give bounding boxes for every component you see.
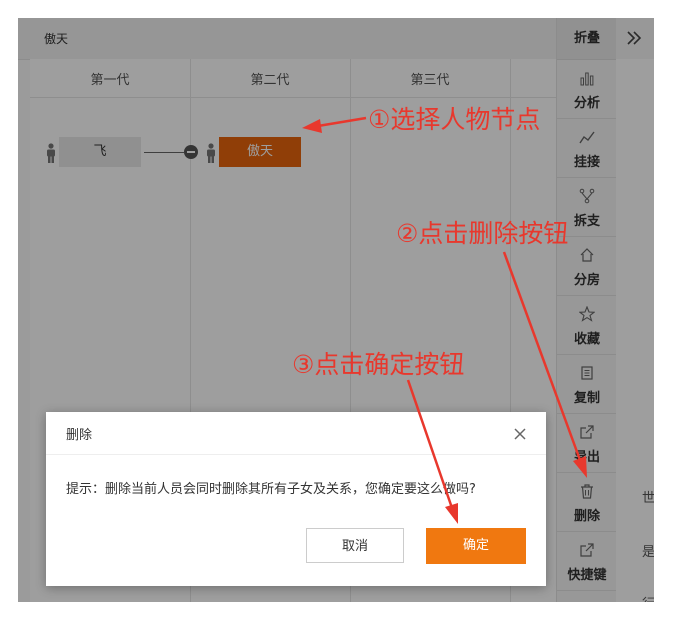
arrow-head-step1 xyxy=(302,119,322,133)
arrow-step2 xyxy=(502,251,582,461)
arrow-step1 xyxy=(317,116,367,128)
annotation-arrows xyxy=(302,116,587,524)
arrow-step3 xyxy=(406,379,454,509)
arrow-head-step2 xyxy=(573,456,587,478)
arrow-head-step3 xyxy=(445,503,458,524)
